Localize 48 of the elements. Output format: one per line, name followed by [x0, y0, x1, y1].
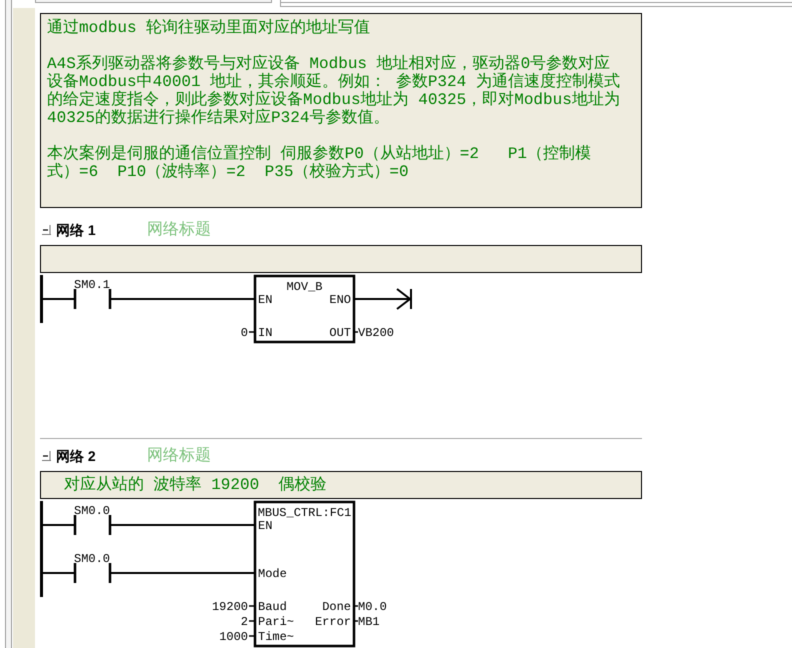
block-name: MBUS_CTRL:FC1	[258, 506, 352, 520]
pin-label: Error	[314, 615, 351, 629]
collapse-icon[interactable]	[42, 451, 51, 461]
operand-value: MB1	[358, 615, 380, 629]
wire	[249, 635, 255, 637]
network-label: 网络 2	[56, 446, 96, 466]
wire	[249, 605, 255, 607]
comment-text: 对应从站的 波特率 19200 偶校验	[64, 476, 326, 494]
wire	[43, 572, 75, 574]
contact-address: SM0.0	[74, 552, 110, 566]
comment-paragraph: 通过modbus 轮询往驱动里面对应的地址写值	[47, 19, 370, 37]
comment-paragraph: A4S系列驱动器将参数号与对应设备 Modbus 地址相对应，驱动器0号参数对应 设备Modbus中40001 地址，其余顺延。例如： 参数P324 为通信速度控制模式 的给定速度指令，则此参数对应设备Modbus地址为 40325，即对Modbus地址为 40325的数据进行操作结果对应P324号参数值。	[47, 55, 620, 127]
pin-label: EN	[258, 519, 272, 533]
pin-label: Mode	[258, 567, 287, 581]
pin-label: Pari~	[258, 615, 294, 629]
operand-value: 19200	[212, 600, 248, 614]
pin-label: IN	[258, 326, 272, 340]
comment-paragraph: 本次案例是伺服的通信位置控制 伺服参数P0（从站地址）=2 P1（控制模 式）=6 P10（波特率）=2 P35（校验方式）=0	[47, 145, 592, 181]
contact-symbol	[74, 515, 112, 535]
operand-value: 2	[240, 615, 248, 629]
contact-symbol	[74, 289, 112, 309]
collapse-icon[interactable]	[42, 225, 51, 235]
pin-label: Done	[322, 600, 351, 614]
wire	[355, 331, 358, 333]
wire	[355, 605, 358, 607]
wire	[249, 620, 255, 622]
pin-label: Time~	[258, 630, 294, 644]
operand-value: M0.0	[358, 600, 387, 614]
rung-end-arrow	[355, 288, 412, 310]
contact-symbol	[74, 563, 112, 583]
pin-label: EN	[258, 293, 272, 307]
contact-address: SM0.1	[74, 278, 110, 292]
pin-label: Baud	[258, 600, 287, 614]
operand-value: 0	[240, 326, 248, 340]
contact-address: SM0.0	[74, 504, 110, 518]
network-label: 网络 1	[56, 220, 96, 240]
wire	[355, 620, 358, 622]
wire	[249, 331, 255, 333]
pin-label: OUT	[329, 326, 351, 340]
operand-value: VB200	[358, 326, 394, 340]
network-title: 网络标题	[147, 446, 211, 466]
network-title: 网络标题	[147, 220, 211, 240]
power-rail	[40, 275, 43, 323]
block-name: MOV_B	[286, 280, 322, 294]
wire	[43, 524, 75, 526]
wire	[43, 298, 75, 300]
operand-value: 1000	[219, 630, 248, 644]
pin-label: ENO	[329, 293, 351, 307]
